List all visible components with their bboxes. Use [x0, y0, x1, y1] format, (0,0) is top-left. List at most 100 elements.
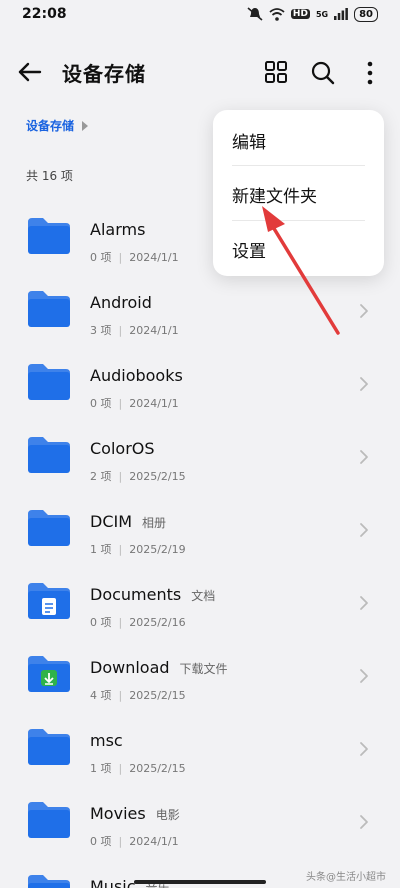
file-date: 2024/1/1 — [129, 835, 179, 848]
file-name-text: Movies — [90, 804, 146, 823]
file-item-count: 1 项 — [90, 543, 112, 556]
chevron-right-icon — [360, 669, 368, 683]
file-meta: 0 项 | 2024/1/1 — [90, 835, 179, 848]
file-row[interactable]: Movies 电影 0 项 | 2024/1/1 — [0, 780, 400, 853]
back-arrow-icon[interactable] — [16, 58, 44, 86]
mute-icon — [247, 7, 263, 21]
chevron-right-icon — [360, 377, 368, 391]
file-meta: 3 项 | 2024/1/1 — [90, 324, 179, 337]
chevron-right-icon — [82, 120, 89, 131]
file-row[interactable]: ColorOS 2 项 | 2025/2/15 — [0, 415, 400, 488]
folder-icon — [28, 583, 70, 619]
file-name: DCIM 相册 — [90, 512, 166, 531]
chevron-right-icon — [360, 596, 368, 610]
battery-indicator: 80 — [354, 6, 378, 22]
folder-icon — [28, 656, 70, 692]
file-name-text: Download — [90, 658, 170, 677]
file-date: 2024/1/1 — [129, 397, 179, 410]
file-item-count: 0 项 — [90, 251, 112, 264]
item-count: 共 16 项 — [26, 169, 73, 183]
file-meta: 2 项 | 2025/2/15 — [90, 470, 186, 483]
folder-icon — [28, 364, 70, 400]
menu-divider — [232, 165, 365, 166]
file-meta: 0 项 | 2024/1/1 — [90, 397, 179, 410]
file-row[interactable]: msc 1 项 | 2025/2/15 — [0, 707, 400, 780]
file-item-count: 3 项 — [90, 324, 112, 337]
file-meta: 0 项 | 2024/1/1 — [90, 251, 179, 264]
overflow-menu: 编辑 新建文件夹 设置 — [213, 110, 384, 276]
file-meta: 1 项 | 2025/2/19 — [90, 543, 186, 556]
file-item-count: 2 项 — [90, 470, 112, 483]
file-name-text: Documents — [90, 585, 182, 604]
wifi-icon — [269, 7, 285, 21]
breadcrumb-item-root[interactable]: 设备存储 — [26, 117, 74, 134]
file-name: Documents 文档 — [90, 585, 215, 604]
menu-item-settings[interactable]: 设置 — [232, 237, 266, 262]
file-date: 2025/2/15 — [129, 470, 186, 483]
chevron-right-icon — [360, 304, 368, 318]
file-name-text: Audiobooks — [90, 366, 183, 385]
file-name: ColorOS — [90, 439, 165, 458]
folder-icon — [28, 437, 70, 473]
folder-icon — [28, 291, 70, 327]
home-indicator[interactable] — [134, 880, 266, 884]
more-options-icon[interactable] — [358, 60, 382, 86]
app-bar: 设备存储 — [0, 48, 400, 98]
hd-icon: HD — [290, 9, 310, 19]
file-list: Alarms 0 项 | 2024/1/1 Android 3 项 | 2024/1/1 Aud… — [0, 196, 400, 888]
folder-icon — [28, 729, 70, 765]
file-row[interactable]: Android 3 项 | 2024/1/1 — [0, 269, 400, 342]
chevron-right-icon — [360, 450, 368, 464]
file-meta: 0 项 | 2025/2/16 — [90, 616, 186, 629]
file-row[interactable]: DCIM 相册 1 项 | 2025/2/19 — [0, 488, 400, 561]
file-name-text: Alarms — [90, 220, 146, 239]
file-date: 2025/2/16 — [129, 616, 186, 629]
search-icon[interactable] — [310, 60, 336, 86]
folder-icon — [28, 802, 70, 838]
file-alias: 文档 — [191, 589, 216, 603]
folder-icon — [28, 218, 70, 254]
file-row[interactable]: Audiobooks 0 项 | 2024/1/1 — [0, 342, 400, 415]
file-item-count: 0 项 — [90, 397, 112, 410]
status-time: 22:08 — [22, 6, 67, 22]
file-alias: 电影 — [155, 808, 180, 822]
grid-view-icon[interactable] — [264, 60, 288, 84]
file-date: 2024/1/1 — [129, 251, 179, 264]
folder-icon — [28, 510, 70, 546]
status-icons: HD 5G 80 — [247, 6, 378, 22]
status-bar: 22:08 HD 5G 80 — [0, 0, 400, 28]
file-date: 2025/2/15 — [129, 762, 186, 775]
file-name: Alarms — [90, 220, 155, 239]
file-name: msc — [90, 731, 133, 750]
file-name-text: Android — [90, 293, 152, 312]
file-date: 2025/2/19 — [129, 543, 186, 556]
folder-icon — [28, 875, 70, 888]
file-alias: 下载文件 — [179, 662, 228, 676]
file-item-count: 4 项 — [90, 689, 112, 702]
file-name-text: msc — [90, 731, 123, 750]
file-name: Movies 电影 — [90, 804, 180, 823]
file-meta: 1 项 | 2025/2/15 — [90, 762, 186, 775]
file-name: Download 下载文件 — [90, 658, 228, 677]
file-item-count: 0 项 — [90, 616, 112, 629]
file-row[interactable]: Download 下载文件 4 项 | 2025/2/15 — [0, 634, 400, 707]
file-date: 2025/2/15 — [129, 689, 186, 702]
page-title: 设备存储 — [62, 62, 146, 86]
file-name: Android — [90, 293, 162, 312]
signal-icon — [334, 8, 348, 20]
menu-item-new-folder[interactable]: 新建文件夹 — [232, 182, 317, 207]
breadcrumb: 设备存储 — [26, 117, 89, 134]
chevron-right-icon — [360, 815, 368, 829]
signal-label: 5G — [315, 9, 329, 19]
file-name-text: ColorOS — [90, 439, 155, 458]
file-row[interactable]: Documents 文档 0 项 | 2025/2/16 — [0, 561, 400, 634]
chevron-right-icon — [360, 523, 368, 537]
file-name: Audiobooks — [90, 366, 193, 385]
file-item-count: 0 项 — [90, 835, 112, 848]
file-name-text: DCIM — [90, 512, 133, 531]
file-meta: 4 项 | 2025/2/15 — [90, 689, 186, 702]
watermark: 头条@生活小超市 — [306, 872, 386, 883]
menu-item-edit[interactable]: 编辑 — [232, 128, 266, 153]
file-alias: 相册 — [142, 516, 167, 530]
menu-divider — [232, 220, 365, 221]
